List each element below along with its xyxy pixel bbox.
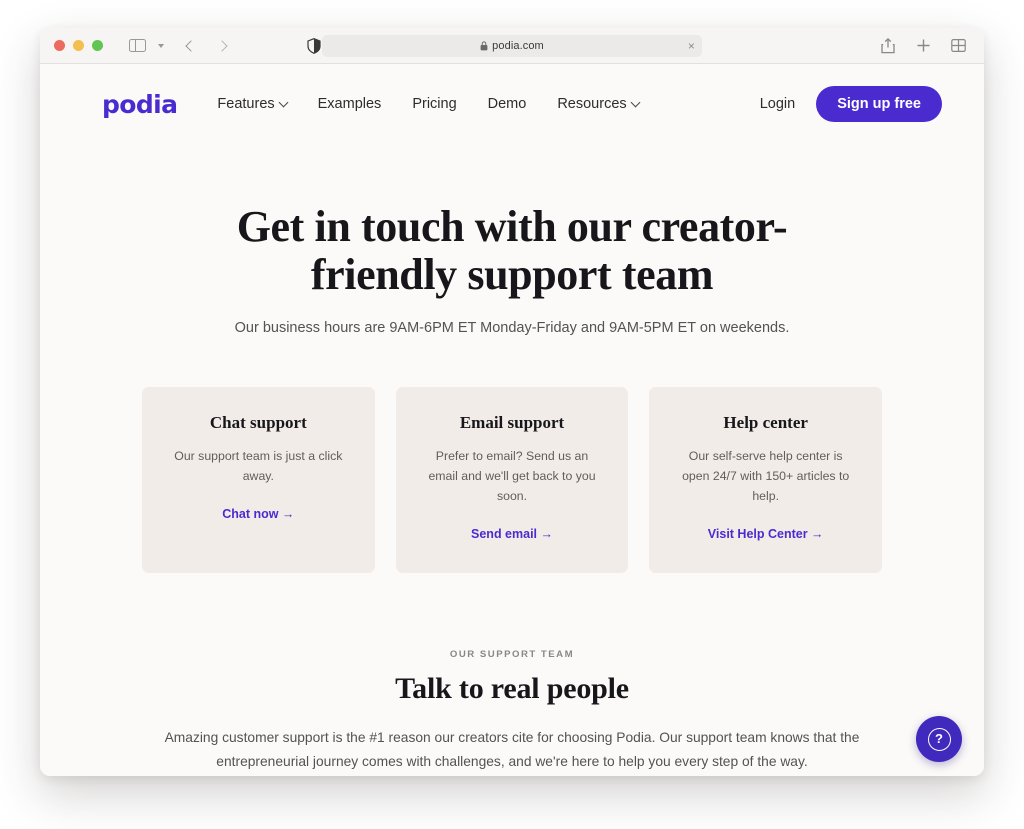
back-button[interactable] [179,34,203,58]
question-mark-icon: ? [927,727,951,751]
chevron-left-icon [185,39,197,52]
nav-item-label: Examples [317,96,382,112]
tab-overview-icon [950,39,966,53]
signup-free-button[interactable]: Sign up free [816,86,942,122]
nav-item-label: Resources [557,96,627,112]
nav-item-features[interactable]: Features [217,96,289,112]
login-link[interactable]: Login [760,96,795,112]
card-title: Chat support [209,412,307,432]
forward-button[interactable] [210,34,234,58]
chat-support-card: Chat support Our support team is just a … [142,386,375,573]
chevron-down-icon [158,43,164,48]
card-description: Our support team is just a click away. [174,448,343,483]
card-title: Help center [723,412,808,432]
zoom-window-button[interactable] [92,40,103,51]
nav-item-label: Demo [487,96,527,112]
nav-item-demo[interactable]: Demo [488,96,527,112]
minimize-window-button[interactable] [73,40,84,51]
sidebar-dropdown-button[interactable] [152,34,166,58]
send-email-link[interactable]: Send email → [471,527,553,541]
card-title: Email support [459,412,565,432]
lock-icon [480,40,488,51]
share-button[interactable] [876,34,900,58]
browser-toolbar: podia.com × [40,28,984,64]
close-window-button[interactable] [54,40,65,51]
help-center-card: Help center Our self-serve help center i… [649,386,883,573]
section-heading: Talk to real people [395,671,629,705]
sidebar-toggle-icon [128,38,146,53]
card-description: Prefer to email? Send us an email and we… [428,448,596,503]
toolbar-right-controls [876,34,970,58]
hero-subheading: Our business hours are 9AM-6PM ET Monday… [234,320,790,337]
page-title: Get in touch with our creator-friendly s… [236,202,788,299]
card-description: Our self-serve help center is open 24/7 … [682,448,850,503]
sidebar-toggle-button[interactable] [125,34,149,58]
nav-item-pricing[interactable]: Pricing [412,96,456,112]
address-bar[interactable]: podia.com × [322,34,702,57]
support-options-cards: Chat support Our support team is just a … [40,340,984,573]
nav-item-label: Features [217,96,275,112]
tab-overview-button[interactable] [946,34,970,58]
email-support-card: Email support Prefer to email? Send us a… [395,386,629,573]
browser-window: podia.com × podia Features Examples Pric… [40,28,984,776]
team-avatar-row [40,775,984,776]
share-icon [881,37,895,53]
site-navigation: podia Features Examples Pricing Demo Res… [40,64,984,128]
privacy-shield-icon [307,37,321,54]
support-team-section: OUR SUPPORT TEAM Talk to real people Ama… [40,573,984,775]
stop-loading-button[interactable]: × [688,40,695,52]
chevron-down-icon [630,97,641,107]
hero-section: Get in touch with our creator-friendly s… [40,128,984,340]
visit-help-center-link[interactable]: Visit Help Center → [708,527,824,541]
primary-nav-links: Features Examples Pricing Demo Resources [217,96,641,112]
window-traffic-lights [54,40,103,51]
nav-item-label: Pricing [412,96,457,112]
chevron-right-icon [216,39,228,52]
address-bar-url: podia.com [492,39,544,52]
plus-icon [917,39,929,52]
section-eyebrow: OUR SUPPORT TEAM [449,648,575,660]
nav-item-examples[interactable]: Examples [318,96,382,112]
help-widget-button[interactable]: ? [916,716,962,762]
new-tab-button[interactable] [911,34,935,58]
section-body: Amazing customer support is the #1 reaso… [164,729,860,770]
toolbar-left-controls [125,34,234,58]
chat-now-link[interactable]: Chat now → [222,507,294,521]
nav-item-resources[interactable]: Resources [557,96,641,112]
podia-logo[interactable]: podia [102,90,178,119]
nav-actions: Login Sign up free [760,86,942,122]
chevron-down-icon [278,97,289,107]
page-viewport: podia Features Examples Pricing Demo Res… [40,64,984,776]
